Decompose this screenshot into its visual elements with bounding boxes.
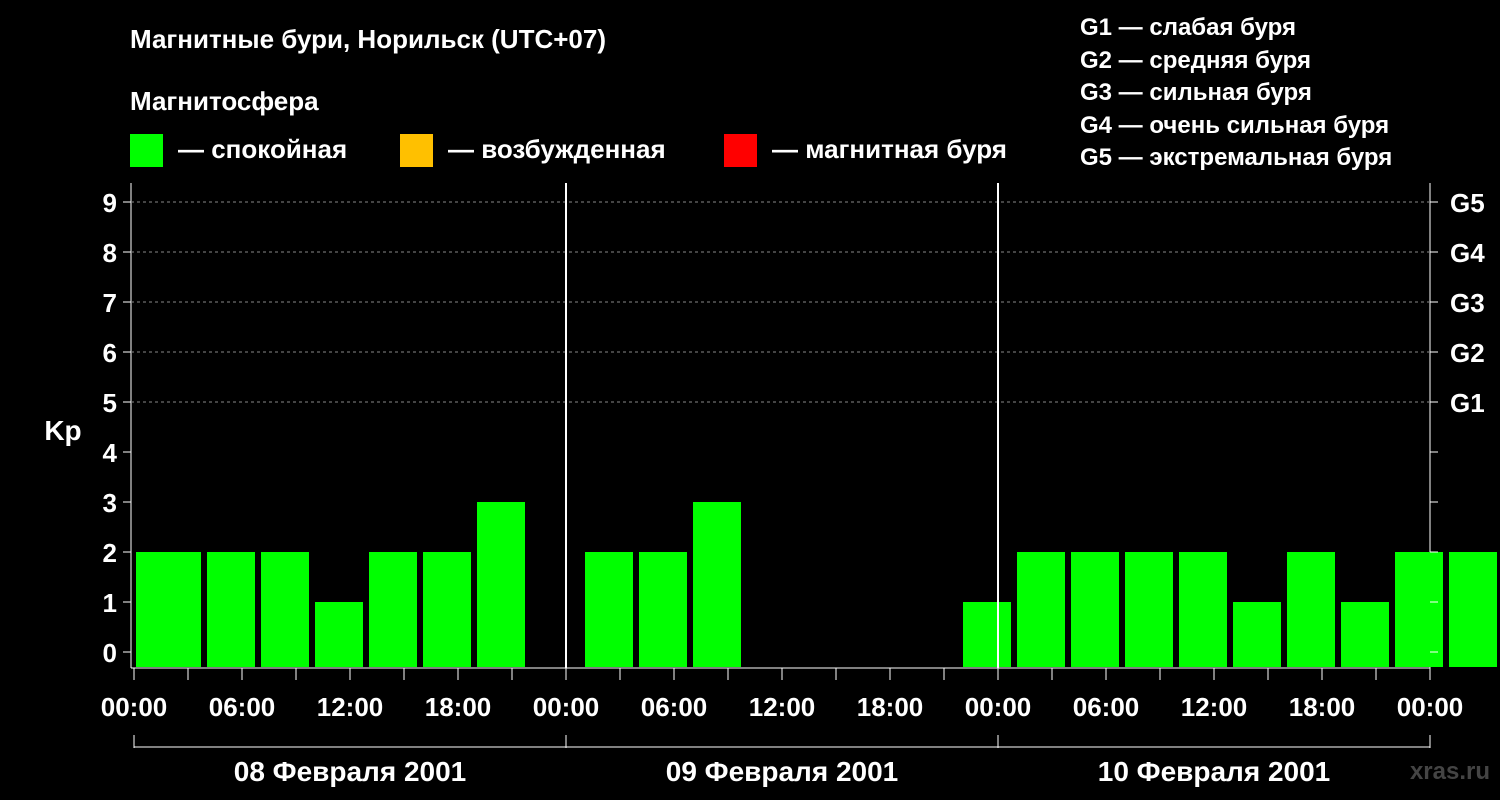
kp-bar — [1287, 552, 1335, 667]
x-tick-label: 00:00 — [1397, 692, 1464, 722]
kp-bar — [1179, 552, 1227, 667]
kp-bar — [1071, 552, 1119, 667]
y-tick-label: 1 — [103, 588, 117, 618]
kp-bar — [1017, 552, 1065, 667]
kp-bar — [207, 552, 255, 667]
kp-bar — [261, 552, 309, 667]
kp-bar — [423, 552, 471, 667]
x-tick-label: 18:00 — [857, 692, 924, 722]
kp-bar — [585, 552, 633, 667]
x-tick-label: 18:00 — [1289, 692, 1356, 722]
y-tick-label: 6 — [103, 338, 117, 368]
day-label: 08 Февраля 2001 — [234, 756, 466, 787]
x-tick-label: 00:00 — [101, 692, 168, 722]
kp-bar — [693, 502, 741, 667]
g-level-label: G4 — [1450, 238, 1485, 268]
x-tick-label: 00:00 — [533, 692, 600, 722]
x-tick-label: 06:00 — [1073, 692, 1140, 722]
x-tick-label: 06:00 — [641, 692, 708, 722]
day-label: 10 Февраля 2001 — [1098, 756, 1330, 787]
y-axis-label: Kp — [44, 415, 81, 446]
y-tick-label: 3 — [103, 488, 117, 518]
day-label: 09 Февраля 2001 — [666, 756, 898, 787]
y-tick-label: 8 — [103, 238, 117, 268]
y-tick-label: 9 — [103, 188, 117, 218]
kp-bar — [477, 502, 525, 667]
g-level-label: G5 — [1450, 188, 1485, 218]
x-tick-label: 18:00 — [425, 692, 492, 722]
kp-bar — [315, 602, 363, 667]
x-tick-label: 00:00 — [965, 692, 1032, 722]
kp-bar — [1449, 552, 1497, 667]
y-tick-label: 5 — [103, 388, 117, 418]
y-tick-label: 4 — [103, 438, 118, 468]
kp-bar — [963, 602, 1011, 667]
x-tick-label: 12:00 — [749, 692, 816, 722]
g-level-label: G2 — [1450, 338, 1485, 368]
x-tick-label: 12:00 — [317, 692, 384, 722]
y-tick-label: 2 — [103, 538, 117, 568]
kp-bar-chart: 0 1 2 3 4 5 6 7 8 9 G1 G2 G3 G4 G5 Kp 00:00 06:00 12:00 18:… — [44, 183, 1497, 787]
kp-bar — [1233, 602, 1281, 667]
g-level-label: G3 — [1450, 288, 1485, 318]
x-tick-label: 06:00 — [209, 692, 276, 722]
kp-bar — [1395, 552, 1443, 667]
kp-bar — [1125, 552, 1173, 667]
kp-bar — [136, 552, 201, 667]
kp-bar — [639, 552, 687, 667]
y-tick-label: 7 — [103, 288, 117, 318]
x-tick-label: 12:00 — [1181, 692, 1248, 722]
g-level-label: G1 — [1450, 388, 1485, 418]
kp-bar — [1341, 602, 1389, 667]
y-tick-label: 0 — [103, 638, 117, 668]
watermark: xras.ru — [1409, 758, 1490, 785]
kp-bar — [369, 552, 417, 667]
